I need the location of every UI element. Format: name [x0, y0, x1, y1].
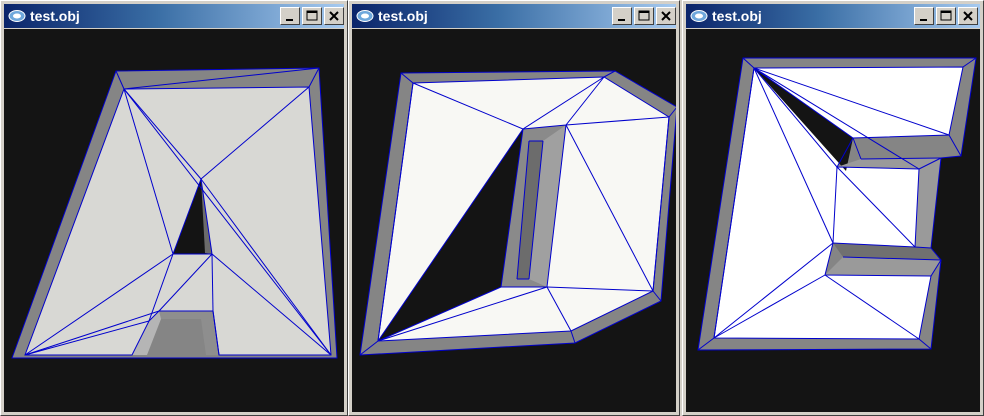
title-bar[interactable]: test.obj [686, 4, 980, 28]
close-icon [329, 11, 339, 21]
render-viewport[interactable] [4, 29, 344, 412]
close-button[interactable] [656, 7, 676, 25]
close-button[interactable] [958, 7, 978, 25]
minimize-button[interactable] [280, 7, 300, 25]
app-icon [8, 10, 26, 22]
minimize-icon [920, 19, 927, 21]
title-bar[interactable]: test.obj [4, 4, 344, 28]
minimize-icon [286, 19, 293, 21]
close-icon [963, 11, 973, 21]
model-window-d: test.obj [348, 0, 680, 416]
close-icon [661, 11, 671, 21]
minimize-button[interactable] [914, 7, 934, 25]
maximize-button[interactable] [936, 7, 956, 25]
mesh-letter-d [359, 70, 676, 356]
close-button[interactable] [324, 7, 344, 25]
app-icon [690, 10, 708, 22]
render-viewport[interactable] [352, 29, 676, 412]
maximize-icon [638, 10, 650, 21]
minimize-icon [618, 19, 625, 21]
window-title: test.obj [378, 8, 428, 24]
mesh-letter-e [697, 57, 977, 351]
maximize-button[interactable] [302, 7, 322, 25]
model-window-e: test.obj [682, 0, 984, 416]
app-icon [356, 10, 374, 22]
minimize-button[interactable] [612, 7, 632, 25]
maximize-icon [940, 10, 952, 21]
maximize-icon [306, 10, 318, 21]
maximize-button[interactable] [634, 7, 654, 25]
mesh-letter-a [11, 67, 338, 359]
window-title: test.obj [712, 8, 762, 24]
model-window-a: test.obj [0, 0, 348, 416]
window-title: test.obj [30, 8, 80, 24]
render-viewport[interactable] [686, 29, 980, 412]
title-bar[interactable]: test.obj [352, 4, 676, 28]
